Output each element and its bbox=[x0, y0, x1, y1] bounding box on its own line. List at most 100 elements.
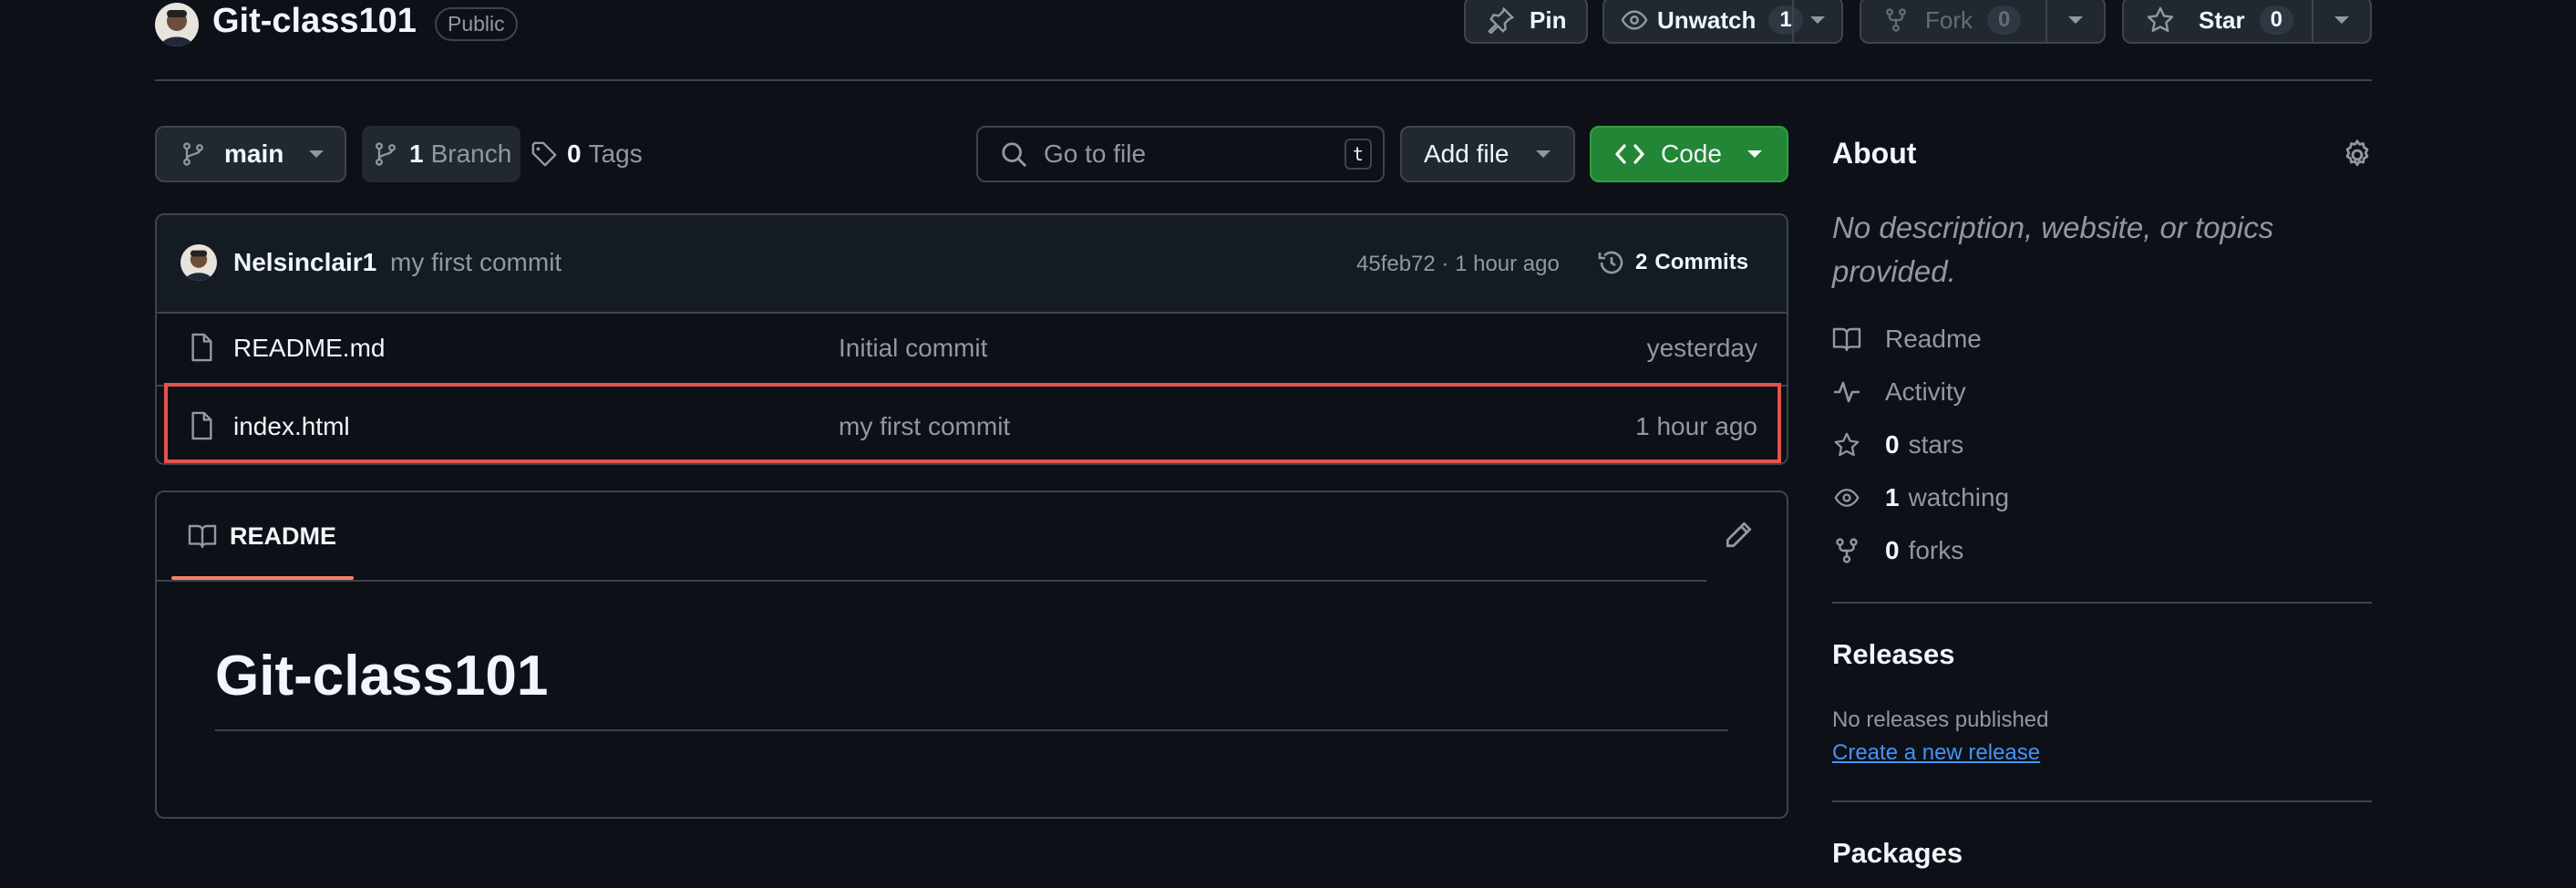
unwatch-button[interactable]: Unwatch 1 bbox=[1604, 5, 1803, 35]
about-title: About bbox=[1832, 137, 1917, 170]
about-description: No description, website, or topics provi… bbox=[1832, 211, 2274, 288]
file-name[interactable]: README.md bbox=[233, 334, 385, 363]
star-button[interactable]: Star 0 bbox=[2124, 5, 2328, 35]
fork-count: 0 bbox=[1987, 5, 2022, 35]
tags-label: Tags bbox=[588, 139, 643, 168]
avatar-icon bbox=[185, 250, 212, 281]
forks-link[interactable]: 0 forks bbox=[1832, 536, 1963, 565]
code-label: Code bbox=[1661, 139, 1722, 168]
chevron-down-icon bbox=[1747, 150, 1762, 158]
branch-selector[interactable]: main bbox=[155, 126, 346, 182]
fork-label: Fork bbox=[1925, 5, 1973, 34]
readme-panel: README Git-class101 bbox=[155, 490, 1788, 819]
watching-label: watching bbox=[1908, 483, 2010, 511]
stars-count: 0 bbox=[1885, 430, 1900, 459]
pulse-icon bbox=[1834, 381, 1860, 403]
fork-icon bbox=[1836, 538, 1858, 563]
star-dropdown[interactable] bbox=[2313, 0, 2370, 42]
author-avatar[interactable] bbox=[180, 244, 217, 281]
tag-icon bbox=[531, 141, 557, 167]
forks-count: 0 bbox=[1885, 536, 1900, 564]
gear-icon[interactable] bbox=[2341, 139, 2374, 171]
add-file-button[interactable]: Add file bbox=[1400, 126, 1575, 182]
branch-name: main bbox=[224, 139, 284, 168]
readme-tab[interactable]: README bbox=[171, 492, 354, 580]
commits-label: Commits bbox=[1654, 250, 1749, 274]
about-divider bbox=[1832, 602, 2372, 604]
code-icon bbox=[1615, 144, 1644, 164]
pin-label: Pin bbox=[1530, 5, 1567, 34]
branches-label: Branch bbox=[430, 139, 512, 168]
repo-name[interactable]: Git-class101 bbox=[212, 2, 417, 41]
commit-meta[interactable]: 45feb72 · 1 hour ago bbox=[1356, 252, 1560, 277]
tags-link[interactable]: 0 Tags bbox=[531, 126, 643, 182]
commits-count: 2 bbox=[1635, 250, 1648, 274]
stars-label: stars bbox=[1908, 430, 1964, 459]
go-to-file-input[interactable]: Go to file t bbox=[976, 126, 1385, 182]
packages-title[interactable]: Packages bbox=[1832, 837, 1963, 870]
branches-link[interactable]: 1 Branch bbox=[362, 126, 520, 182]
chevron-down-icon bbox=[309, 150, 325, 158]
watching-count: 1 bbox=[1885, 483, 1900, 511]
activity-link[interactable]: Activity bbox=[1832, 377, 1966, 407]
add-file-label: Add file bbox=[1424, 139, 1510, 168]
branches-count: 1 bbox=[409, 139, 424, 168]
highlight-box bbox=[164, 383, 1781, 463]
stars-link[interactable]: 0 stars bbox=[1832, 430, 1963, 459]
no-releases-text: No releases published bbox=[1832, 707, 2049, 732]
star-count: 0 bbox=[2259, 5, 2293, 35]
fork-icon bbox=[1886, 8, 1906, 32]
chevron-down-icon bbox=[2068, 16, 2083, 24]
history-icon bbox=[1598, 251, 1623, 274]
readme-tab-label: README bbox=[230, 521, 337, 550]
eye-icon bbox=[1834, 489, 1860, 507]
fork-button-group: Fork 0 bbox=[1860, 0, 2106, 44]
chevron-down-icon bbox=[1536, 150, 1551, 158]
pin-button[interactable]: Pin bbox=[1464, 0, 1588, 44]
commits-link[interactable]: 2 Commits bbox=[1597, 248, 1748, 277]
create-release-link[interactable]: Create a new release bbox=[1832, 740, 2040, 766]
latest-commit-bar: Nelsinclair1 my first commit 45feb72 · 1… bbox=[157, 215, 1787, 314]
fork-button[interactable]: Fork 0 bbox=[1861, 5, 2066, 35]
header-divider bbox=[155, 79, 2372, 81]
unwatch-label: Unwatch bbox=[1657, 5, 1757, 34]
releases-title[interactable]: Releases bbox=[1832, 638, 1954, 671]
file-time: yesterday bbox=[1646, 334, 1757, 362]
commit-author[interactable]: Nelsinclair1 bbox=[233, 248, 376, 277]
owner-avatar[interactable] bbox=[155, 3, 199, 46]
unwatch-button-group: Unwatch 1 bbox=[1602, 0, 1843, 44]
unwatch-dropdown[interactable] bbox=[1794, 0, 1841, 42]
branch-icon bbox=[183, 142, 203, 166]
shortcut-key: t bbox=[1345, 139, 1372, 170]
edit-icon[interactable] bbox=[1723, 520, 1754, 551]
eye-icon bbox=[1621, 10, 1648, 30]
star-icon bbox=[1834, 432, 1860, 457]
file-icon bbox=[191, 333, 212, 362]
readme-link-label: Readme bbox=[1885, 325, 1982, 353]
avatar-icon bbox=[160, 10, 193, 46]
star-button-group: Star 0 bbox=[2122, 0, 2372, 44]
visibility-badge: Public bbox=[435, 7, 518, 41]
fork-dropdown[interactable] bbox=[2047, 0, 2104, 42]
branch-icon bbox=[376, 142, 396, 166]
star-label: Star bbox=[2199, 5, 2245, 34]
search-placeholder: Go to file bbox=[1044, 139, 1147, 168]
chevron-down-icon bbox=[2334, 16, 2349, 24]
book-icon bbox=[1832, 327, 1861, 352]
search-icon bbox=[1002, 142, 1027, 168]
watching-link[interactable]: 1 watching bbox=[1832, 483, 2009, 512]
chevron-down-icon bbox=[1810, 16, 1825, 24]
readme-link[interactable]: Readme bbox=[1832, 325, 1982, 354]
readme-heading: Git-class101 bbox=[215, 645, 549, 707]
file-commit-message[interactable]: Initial commit bbox=[839, 334, 987, 363]
readme-heading-rule bbox=[215, 729, 1728, 731]
code-button[interactable]: Code bbox=[1590, 126, 1788, 182]
book-icon bbox=[188, 524, 217, 549]
releases-divider bbox=[1832, 800, 2372, 802]
table-row[interactable]: README.md Initial commit yesterday bbox=[157, 312, 1787, 387]
forks-label: forks bbox=[1908, 536, 1964, 564]
star-icon bbox=[2147, 6, 2174, 32]
tags-count: 0 bbox=[567, 139, 582, 168]
commit-message[interactable]: my first commit bbox=[390, 248, 562, 277]
readme-tab-divider bbox=[157, 580, 1706, 582]
